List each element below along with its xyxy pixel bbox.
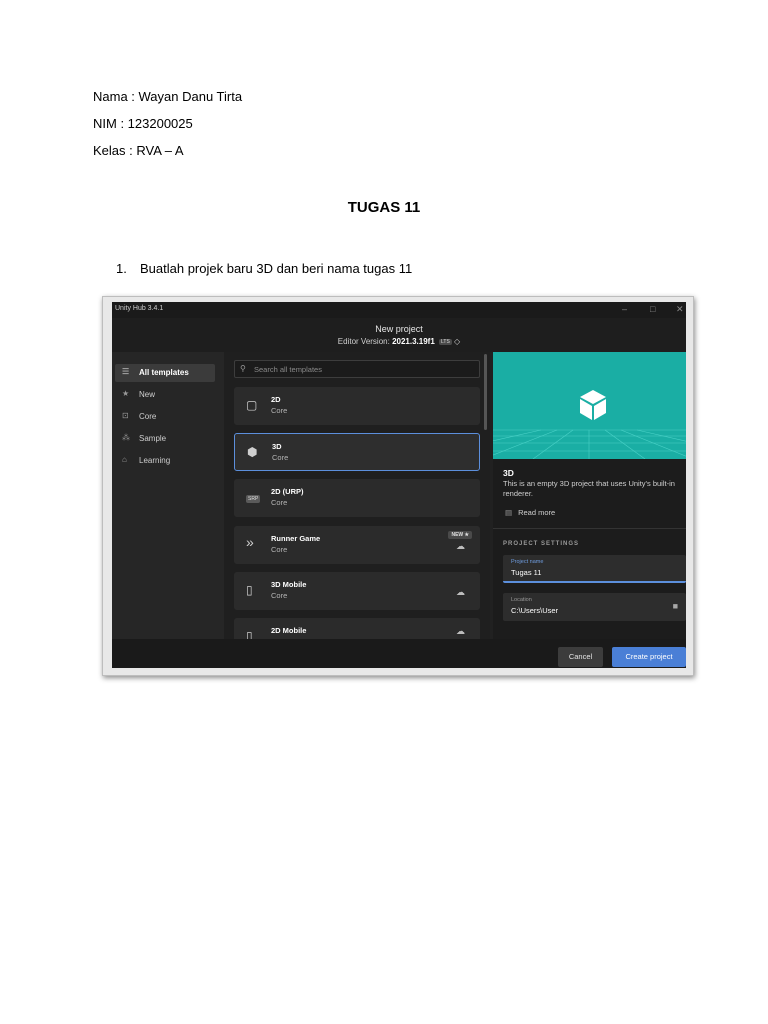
star-icon: ★ — [122, 389, 130, 398]
template-category: Core — [271, 591, 288, 600]
search-placeholder: Search all templates — [254, 365, 322, 374]
template-card-3d-mobile[interactable]: ▯ 3D Mobile Core ☁ — [234, 572, 480, 610]
template-details: 3D This is an empty 3D project that uses… — [493, 352, 686, 639]
divider — [493, 528, 686, 529]
template-category: Core — [272, 453, 289, 462]
sidebar-item-core[interactable]: ⊡ Core — [115, 408, 215, 426]
new-badge: NEW ★ — [448, 531, 472, 539]
title-bar: Unity Hub 3.4.1 – □ ✕ — [112, 302, 686, 318]
selected-template-description: This is an empty 3D project that uses Un… — [503, 479, 675, 498]
sidebar-item-learning[interactable]: ⌂ Learning — [115, 452, 215, 470]
dialog-footer: Cancel Create project — [112, 639, 686, 668]
template-card-3d[interactable]: ⬢ 3D Core — [234, 433, 480, 471]
instruction-text: Buatlah projek baru 3D dan beri nama tug… — [140, 261, 413, 276]
project-name-value[interactable]: Tugas 11 — [511, 568, 541, 577]
chevrons-icon: » — [246, 534, 254, 550]
template-name: 3D — [272, 442, 282, 451]
template-card-2d[interactable]: ▢ 2D Core — [234, 387, 480, 425]
phone-icon: ▯ — [246, 583, 253, 597]
editor-version-value: 2021.3.19f1 — [392, 337, 435, 346]
instruction-item: 1. Buatlah projek baru 3D dan beri nama t… — [116, 261, 412, 276]
sample-icon: ⁂ — [122, 433, 130, 442]
cube-logo-icon — [580, 390, 606, 420]
sidebar-item-label: Learning — [139, 456, 171, 465]
template-sidebar: ☰ All templates ★ New ⊡ Core ⁂ Sample ⌂ … — [112, 352, 224, 639]
template-preview-image — [493, 352, 686, 459]
read-more-link[interactable]: ▤ Read more — [505, 508, 555, 517]
app-title: Unity Hub 3.4.1 — [115, 305, 164, 312]
template-name: 3D Mobile — [271, 580, 307, 589]
dialog-title: New project — [375, 324, 423, 334]
template-card-runner-game[interactable]: » Runner Game Core NEW ★ ☁ — [234, 526, 480, 564]
cloud-download-icon[interactable]: ☁ — [456, 541, 465, 552]
sidebar-item-sample[interactable]: ⁂ Sample — [115, 430, 215, 448]
close-button[interactable]: ✕ — [676, 304, 684, 315]
template-name: 2D Mobile — [271, 626, 307, 635]
editor-version-label: Editor Version: — [337, 337, 390, 346]
list-icon: ☰ — [122, 367, 130, 376]
student-class: Kelas : RVA – A — [93, 143, 184, 158]
dialog-header: New project Editor Version: 2021.3.19f1 … — [112, 318, 686, 352]
square-icon: ▢ — [246, 398, 258, 412]
minimize-button[interactable]: – — [622, 304, 627, 314]
sidebar-item-label: All templates — [139, 368, 189, 377]
template-name: Runner Game — [271, 534, 321, 543]
project-name-label: Project name — [511, 559, 544, 565]
grid-floor-illustration — [493, 390, 686, 459]
read-more-label: Read more — [518, 508, 556, 517]
learning-icon: ⌂ — [122, 455, 127, 464]
student-nim: NIM : 123200025 — [93, 116, 193, 131]
folder-icon[interactable]: ■ — [673, 601, 678, 611]
template-scrollbar[interactable] — [484, 354, 487, 430]
template-list: ⚲ Search all templates ▢ 2D Core ⬢ 3D Co… — [224, 352, 490, 643]
cloud-download-icon[interactable]: ☁ — [456, 626, 465, 637]
project-settings-heading: PROJECT SETTINGS — [503, 541, 580, 547]
core-icon: ⊡ — [122, 411, 129, 420]
instruction-number: 1. — [116, 261, 127, 276]
create-project-button[interactable]: Create project — [612, 647, 686, 667]
location-label: Location — [511, 597, 532, 603]
sidebar-item-label: Sample — [139, 434, 167, 443]
screenshot-frame: Unity Hub 3.4.1 – □ ✕ New project Editor… — [102, 296, 694, 676]
student-name: Nama : Wayan Danu Tirta — [93, 89, 243, 104]
sidebar-item-new[interactable]: ★ New — [115, 386, 215, 404]
cancel-button[interactable]: Cancel — [558, 647, 603, 667]
maximize-button[interactable]: □ — [650, 304, 655, 314]
lts-badge: LTS — [439, 338, 452, 345]
srp-icon: SRP — [246, 495, 261, 503]
template-category: Core — [271, 545, 288, 554]
template-category: Core — [271, 498, 288, 507]
template-category: Core — [271, 406, 288, 415]
search-input[interactable]: ⚲ Search all templates — [234, 360, 480, 378]
template-card-2d-mobile[interactable]: ▯ 2D Mobile ☁ — [234, 618, 480, 643]
location-field[interactable]: Location C:\Users\User ■ — [503, 593, 686, 621]
cloud-download-icon[interactable]: ☁ — [456, 587, 465, 598]
location-value[interactable]: C:\Users\User — [511, 606, 558, 615]
unity-hub-window: Unity Hub 3.4.1 – □ ✕ New project Editor… — [112, 302, 686, 668]
template-name: 2D (URP) — [271, 487, 304, 496]
book-icon: ▤ — [505, 508, 513, 517]
template-name: 2D — [271, 395, 281, 404]
sidebar-item-label: New — [139, 390, 156, 399]
document-title: TUGAS 11 — [347, 199, 421, 216]
template-card-2d-urp[interactable]: SRP 2D (URP) Core — [234, 479, 480, 517]
sidebar-item-label: Core — [139, 412, 157, 421]
cube-icon: ⬢ — [247, 445, 258, 459]
project-name-field[interactable]: Project name Tugas 11 — [503, 555, 686, 583]
search-icon: ⚲ — [240, 364, 246, 373]
editor-version-selector[interactable]: Editor Version: 2021.3.19f1 LTS ◇ — [112, 337, 686, 346]
version-chevron-icon: ◇ — [454, 337, 461, 346]
selected-template-name: 3D — [503, 468, 514, 478]
sidebar-item-all-templates[interactable]: ☰ All templates — [115, 364, 215, 382]
